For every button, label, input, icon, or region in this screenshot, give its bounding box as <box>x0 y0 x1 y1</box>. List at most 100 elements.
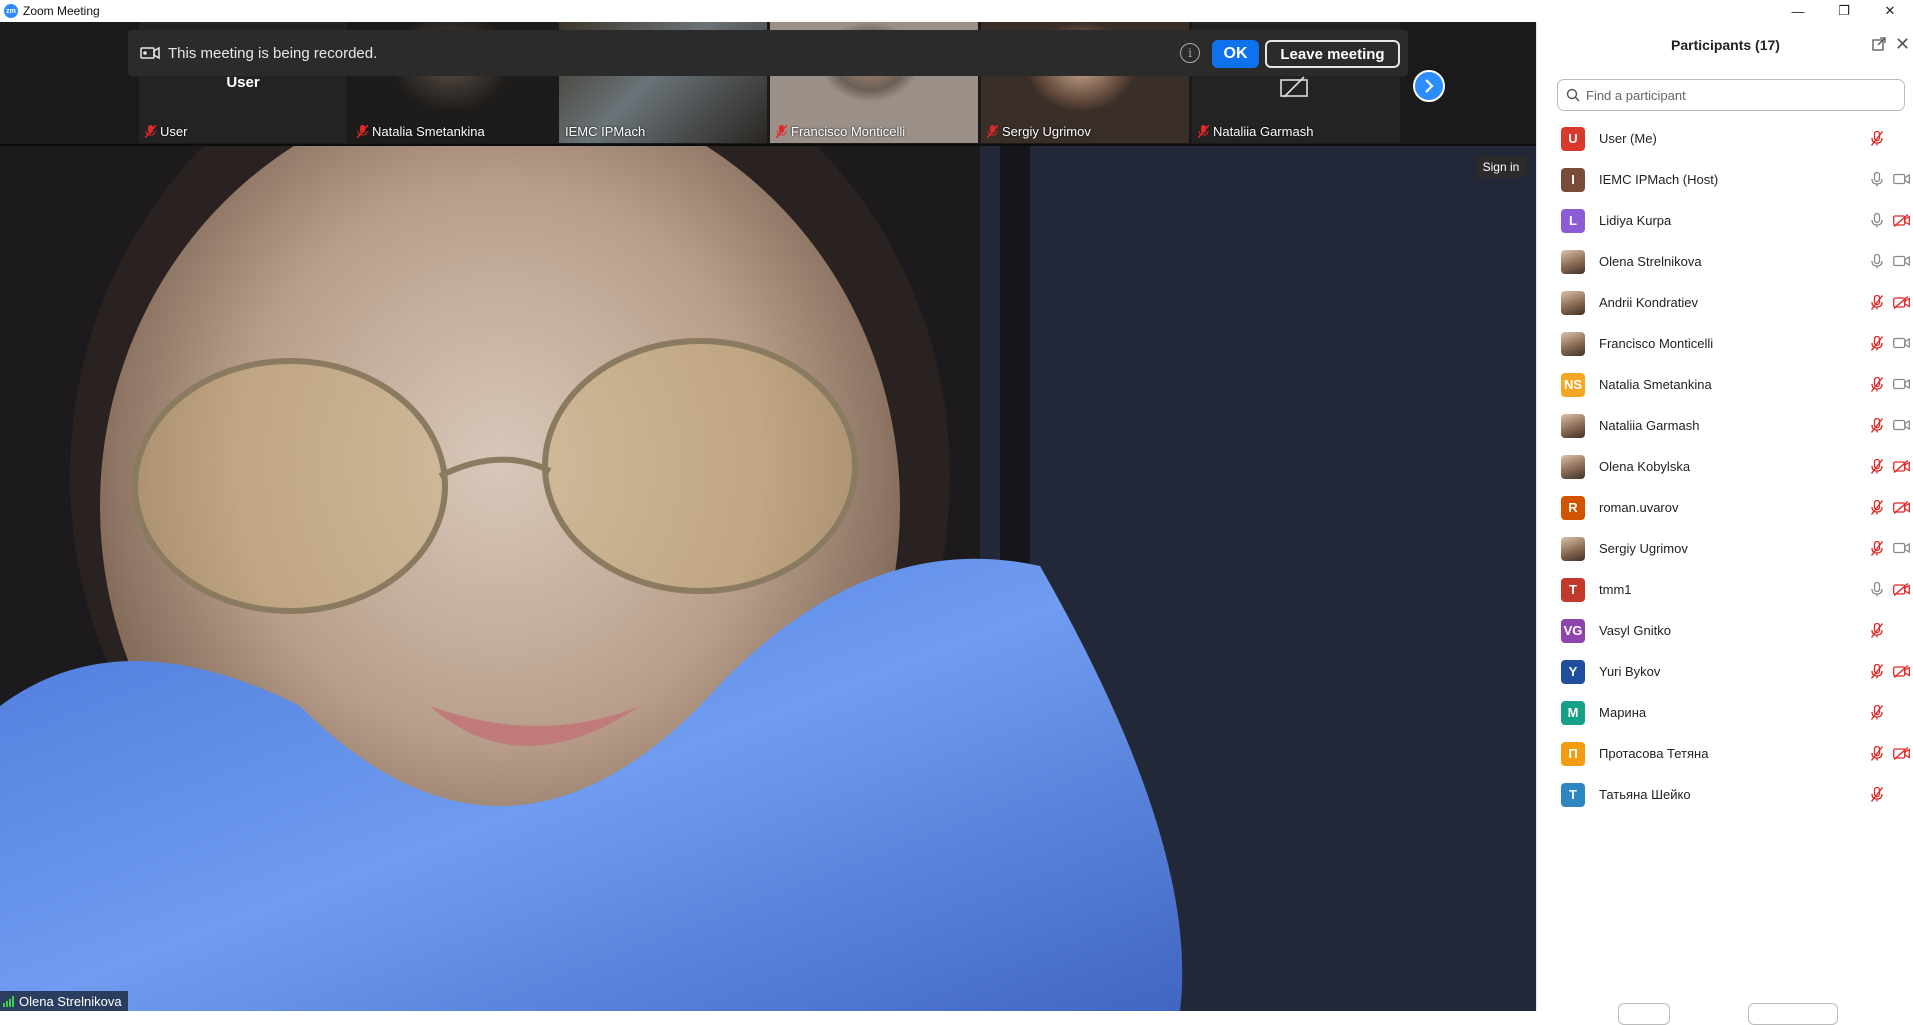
search-icon <box>1566 88 1580 102</box>
participant-status-icons <box>1868 253 1910 269</box>
participant-name: roman.uvarov <box>1599 500 1679 515</box>
participant-row[interactable]: L Lidiya Kurpa <box>1537 200 1913 241</box>
avatar <box>1561 536 1585 561</box>
next-page-button[interactable] <box>1413 70 1445 102</box>
avatar: VG <box>1561 618 1585 643</box>
recording-notice-banner: This meeting is being recorded. i OK Lea… <box>128 30 1408 76</box>
sign-in-button[interactable]: Sign in <box>1476 156 1526 178</box>
mic-on-icon <box>1868 212 1886 228</box>
participant-status-icons <box>1868 130 1910 146</box>
participant-row[interactable]: П Протасова Тетяна <box>1537 733 1913 774</box>
avatar: R <box>1561 495 1585 520</box>
participant-row[interactable]: Rroman.uvarov <box>1537 487 1913 528</box>
avatar: T <box>1561 782 1585 807</box>
participant-name: Татьяна Шейко <box>1599 787 1691 802</box>
mic-on-icon <box>1868 253 1886 269</box>
video-on-icon <box>1892 253 1910 269</box>
avatar <box>1561 331 1585 356</box>
participant-search[interactable] <box>1557 79 1905 111</box>
close-panel-button[interactable]: ✕ <box>1895 35 1910 53</box>
no-video-placeholder <box>1892 622 1910 638</box>
speaker-video-feed <box>0 146 1536 1011</box>
participant-name: Протасова Тетяна <box>1599 746 1709 761</box>
avatar <box>1561 290 1585 315</box>
participant-name: Olena Kobylska <box>1599 459 1691 474</box>
no-video-placeholder <box>1892 704 1910 720</box>
avatar: M <box>1561 700 1585 725</box>
participant-list: U User (Me) I IEMC IPMach (Host) L Lidiya Kur… <box>1537 118 1913 815</box>
tile-name: IEMC IPMach <box>565 124 646 139</box>
restore-button[interactable]: ❐ <box>1821 0 1867 22</box>
participant-row[interactable]: VG Vasyl Gnitko <box>1537 610 1913 651</box>
mic-muted-icon <box>1868 745 1886 761</box>
video-on-icon <box>1892 335 1910 351</box>
video-on-icon <box>1892 417 1910 433</box>
participant-status-icons <box>1868 745 1910 761</box>
participant-name: Vasyl Gnitko <box>1599 623 1672 638</box>
avatar: П <box>1561 741 1585 766</box>
video-off-icon <box>1280 76 1308 98</box>
panel-footer <box>1537 997 1913 1025</box>
participant-status-icons <box>1868 294 1910 310</box>
mic-muted-icon <box>357 125 368 138</box>
avatar: T <box>1561 577 1585 602</box>
participant-row[interactable]: I IEMC IPMach (Host) <box>1537 159 1913 200</box>
tile-center-name: User <box>226 74 260 91</box>
participant-status-icons <box>1868 663 1910 679</box>
tile-name-label: Francisco Monticelli <box>776 124 905 139</box>
no-video-placeholder <box>1892 130 1910 146</box>
meeting-area: User User Natalia Smetankina IEMC IPMach <box>0 22 1536 1011</box>
avatar: NS <box>1561 372 1585 397</box>
participant-status-icons <box>1868 376 1910 392</box>
participant-row[interactable]: T Татьяна Шейко <box>1537 774 1913 815</box>
video-off-icon <box>1892 458 1910 474</box>
participant-row[interactable]: Olena Kobylska <box>1537 446 1913 487</box>
avatar <box>1561 413 1585 438</box>
participant-status-icons <box>1868 786 1910 802</box>
invite-button[interactable] <box>1618 1003 1670 1025</box>
participants-title: Participants (17) <box>1671 37 1780 53</box>
participant-name: tmm1 <box>1599 582 1632 597</box>
mic-muted-icon <box>1868 540 1886 556</box>
tile-name: Nataliia Garmash <box>1213 124 1314 139</box>
participant-row[interactable]: NS Natalia Smetankina <box>1537 364 1913 405</box>
close-window-button[interactable]: ✕ <box>1867 0 1913 22</box>
search-input[interactable] <box>1586 87 1886 103</box>
ok-button[interactable]: OK <box>1212 40 1259 68</box>
mute-all-button[interactable] <box>1748 1003 1838 1025</box>
mic-muted-icon <box>1868 294 1886 310</box>
window-title: Zoom Meeting <box>23 4 100 18</box>
participant-row[interactable]: Y Yuri Bykov <box>1537 651 1913 692</box>
participant-status-icons <box>1868 417 1910 433</box>
participant-name: Natalia Smetankina <box>1599 377 1712 392</box>
leave-meeting-button[interactable]: Leave meeting <box>1265 40 1400 68</box>
participants-panel: Participants (17) ✕ U User (Me) I IEMC IPMa… <box>1536 22 1913 1025</box>
participant-row[interactable]: Francisco Monticelli <box>1537 323 1913 364</box>
minimize-button[interactable]: — <box>1775 0 1821 22</box>
participant-row[interactable]: Sergiy Ugrimov <box>1537 528 1913 569</box>
mic-muted-icon <box>776 125 787 138</box>
participant-row[interactable]: Nataliia Garmash <box>1537 405 1913 446</box>
speaker-name-label: Olena Strelnikova <box>0 991 128 1011</box>
video-on-icon <box>1892 540 1910 556</box>
window-title-bar: zm Zoom Meeting — ❐ ✕ <box>0 0 1913 22</box>
mic-muted-icon <box>1198 125 1209 138</box>
participant-row[interactable]: U User (Me) <box>1537 118 1913 159</box>
participant-row[interactable]: M Марина <box>1537 692 1913 733</box>
active-speaker-video: Sign in Olena Strelnikova <box>0 146 1536 1011</box>
recording-message: This meeting is being recorded. <box>168 44 378 62</box>
info-icon[interactable]: i <box>1180 43 1200 63</box>
chevron-right-icon <box>1425 79 1434 93</box>
participant-row[interactable]: Andrii Kondratiev <box>1537 282 1913 323</box>
participant-name: Yuri Bykov <box>1599 664 1661 679</box>
mic-muted-icon <box>1868 130 1886 146</box>
participant-row[interactable]: Olena Strelnikova <box>1537 241 1913 282</box>
mic-muted-icon <box>1868 786 1886 802</box>
participant-status-icons <box>1868 458 1910 474</box>
mic-muted-icon <box>1868 376 1886 392</box>
tile-name: Sergiy Ugrimov <box>1002 124 1091 139</box>
mic-on-icon <box>1868 581 1886 597</box>
participant-row[interactable]: Ttmm1 <box>1537 569 1913 610</box>
popout-icon[interactable] <box>1872 37 1886 51</box>
mic-muted-icon <box>145 125 156 138</box>
